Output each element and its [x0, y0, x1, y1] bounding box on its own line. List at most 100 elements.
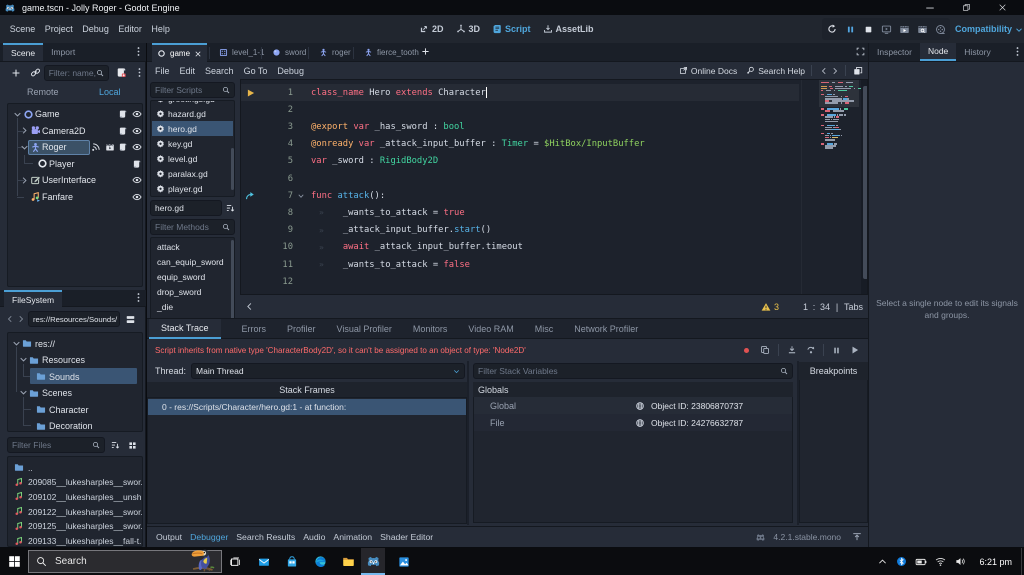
bottom-tab-shader-editor[interactable]: Shader Editor	[380, 532, 433, 542]
workspace-2d-button[interactable]: 2D	[413, 24, 450, 34]
eye-badge-icon[interactable]	[131, 175, 142, 185]
restore-button[interactable]	[949, 0, 983, 15]
workspace-assetlib-button[interactable]: AssetLib	[537, 24, 600, 34]
folder-scenes[interactable]: Scenes	[9, 385, 141, 401]
godot-app-icon[interactable]	[361, 548, 385, 575]
connected-signal-icon[interactable]	[245, 191, 255, 201]
task-view-button[interactable]	[224, 548, 248, 575]
play-scene-button[interactable]	[896, 24, 912, 35]
scene-node-player[interactable]: Player	[9, 156, 141, 172]
line-number[interactable]: 3	[259, 122, 293, 132]
break-button[interactable]	[827, 346, 845, 355]
instance-scene-button[interactable]	[27, 67, 44, 78]
taskbar-search-box[interactable]: Search	[28, 549, 222, 573]
debugger-tab-visual-profiler[interactable]: Visual Profiler	[337, 324, 392, 334]
scene-node-userinterface[interactable]: UserInterface	[9, 172, 142, 188]
bottom-tab-search-results[interactable]: Search Results	[236, 532, 295, 542]
distraction-free-button[interactable]	[854, 47, 866, 56]
collapse-sidebar-icon[interactable]	[240, 302, 258, 311]
remote-button[interactable]: Remote	[27, 87, 59, 97]
copy-error-button[interactable]	[755, 345, 775, 355]
script-item-key[interactable]: key.gd	[152, 136, 233, 151]
file-item[interactable]: 209102__lukesharples__unsh...	[9, 489, 142, 504]
method-item-drop_sword[interactable]: drop_sword	[152, 284, 233, 299]
volume-icon[interactable]	[950, 556, 971, 567]
line-number[interactable]: 7	[259, 191, 293, 201]
bottom-tab-animation[interactable]: Animation	[333, 532, 372, 542]
line-number[interactable]: 2	[259, 105, 293, 115]
make-floating-button[interactable]	[851, 66, 864, 76]
filesystem-menu-icon[interactable]	[133, 292, 144, 303]
renderer-select[interactable]: Compatibility	[955, 15, 1023, 43]
script-badge-icon[interactable]	[118, 142, 128, 152]
line-number[interactable]: 1	[259, 88, 293, 98]
tree-right-chevron-icon[interactable]	[20, 126, 29, 135]
code-minimap[interactable]	[819, 80, 867, 294]
folder-decoration[interactable]: Decoration	[9, 418, 141, 434]
stop-game-button[interactable]	[860, 25, 876, 34]
stack-frame-row[interactable]: 0 - res://Scripts/Character/hero.gd:1 - …	[148, 399, 466, 415]
menu-scene[interactable]: Scene	[5, 24, 40, 34]
tree-down-chevron-icon[interactable]	[20, 143, 29, 152]
folder-resources[interactable]: Resources	[9, 352, 141, 368]
filter-files-input[interactable]: Filter Files	[7, 437, 105, 453]
script-item-player[interactable]: player.gd	[152, 181, 233, 196]
eye-badge-icon[interactable]	[131, 142, 142, 152]
file-item[interactable]: 209133__lukesharples__fall-t...	[9, 534, 142, 546]
script-history-forward-button[interactable]	[829, 67, 840, 75]
node-dock-menu-icon[interactable]	[1012, 46, 1023, 57]
close-tab-icon[interactable]	[194, 50, 202, 58]
method-item-equip_sword[interactable]: equip_sword	[152, 269, 233, 284]
scene-dock-menu-icon[interactable]	[133, 46, 144, 57]
expand-bottom-panel-button[interactable]	[852, 532, 862, 542]
photos-app-icon[interactable]	[392, 548, 416, 575]
folder-sounds[interactable]: Sounds	[9, 368, 141, 384]
search-help-button[interactable]: Search Help	[746, 66, 805, 76]
explorer-app-icon[interactable]	[336, 548, 360, 575]
file-item[interactable]: 209122__lukesharples__swor...	[9, 504, 142, 519]
tab-filesystem[interactable]: FileSystem	[4, 290, 63, 307]
sort-methods-button[interactable]	[224, 200, 235, 216]
store-app-icon[interactable]	[280, 548, 304, 575]
sort-files-button[interactable]	[105, 440, 124, 450]
line-number[interactable]: 9	[259, 225, 293, 235]
script-list-scrollbar[interactable]	[231, 148, 234, 190]
file-item[interactable]: ..	[9, 460, 141, 475]
nav-back-icon[interactable]	[4, 315, 15, 323]
tray-expand-icon[interactable]	[873, 557, 891, 566]
pause-game-button[interactable]	[842, 25, 858, 34]
bluetooth-icon[interactable]	[891, 556, 911, 567]
scene-node-fanfare[interactable]: Fanfare	[9, 189, 142, 205]
method-item-attack[interactable]: attack	[152, 239, 233, 254]
file-item[interactable]: 209125__lukesharples__swor...	[9, 519, 142, 534]
movie-mode-button[interactable]	[932, 24, 948, 35]
scene-tab-roger[interactable]: roger	[311, 43, 359, 62]
tab-inspector[interactable]: Inspector	[869, 43, 920, 61]
script-item-hero[interactable]: hero.gd	[152, 121, 233, 136]
bottom-tab-audio[interactable]: Audio	[303, 532, 325, 542]
nav-forward-icon[interactable]	[15, 315, 26, 323]
script-menu-edit[interactable]: Edit	[175, 66, 201, 76]
tree-down-chevron-icon[interactable]	[19, 388, 28, 397]
scene-filter-input[interactable]: Filter: name,	[43, 64, 110, 81]
scene-tree-menu-icon[interactable]	[133, 67, 146, 78]
show-desktop-button[interactable]	[1021, 548, 1022, 575]
code-editor[interactable]: 1 class_name Hero extends Character 2 3 @exp…	[240, 79, 868, 295]
method-item-can_equip_sword[interactable]: can_equip_sword	[152, 254, 233, 269]
signal-badge-icon[interactable]	[91, 142, 101, 152]
menu-debug[interactable]: Debug	[78, 24, 114, 34]
eye-badge-icon[interactable]	[131, 109, 142, 119]
remote-debug-button[interactable]	[878, 24, 894, 35]
menu-help[interactable]: Help	[147, 24, 175, 34]
local-button[interactable]: Local	[99, 87, 121, 97]
debugger-tab-profiler[interactable]: Profiler	[287, 324, 316, 334]
variable-row-file[interactable]: File Object ID: 24276632787	[474, 414, 792, 431]
play-custom-scene-button[interactable]	[914, 24, 930, 35]
wifi-icon[interactable]	[931, 556, 950, 567]
tab-node[interactable]: Node	[919, 43, 957, 61]
online-docs-button[interactable]: Online Docs	[679, 66, 737, 76]
script-menu-file[interactable]: File	[147, 66, 175, 76]
script-history-back-button[interactable]	[818, 67, 829, 75]
close-button[interactable]	[985, 0, 1019, 15]
tree-down-chevron-icon[interactable]	[13, 110, 22, 119]
